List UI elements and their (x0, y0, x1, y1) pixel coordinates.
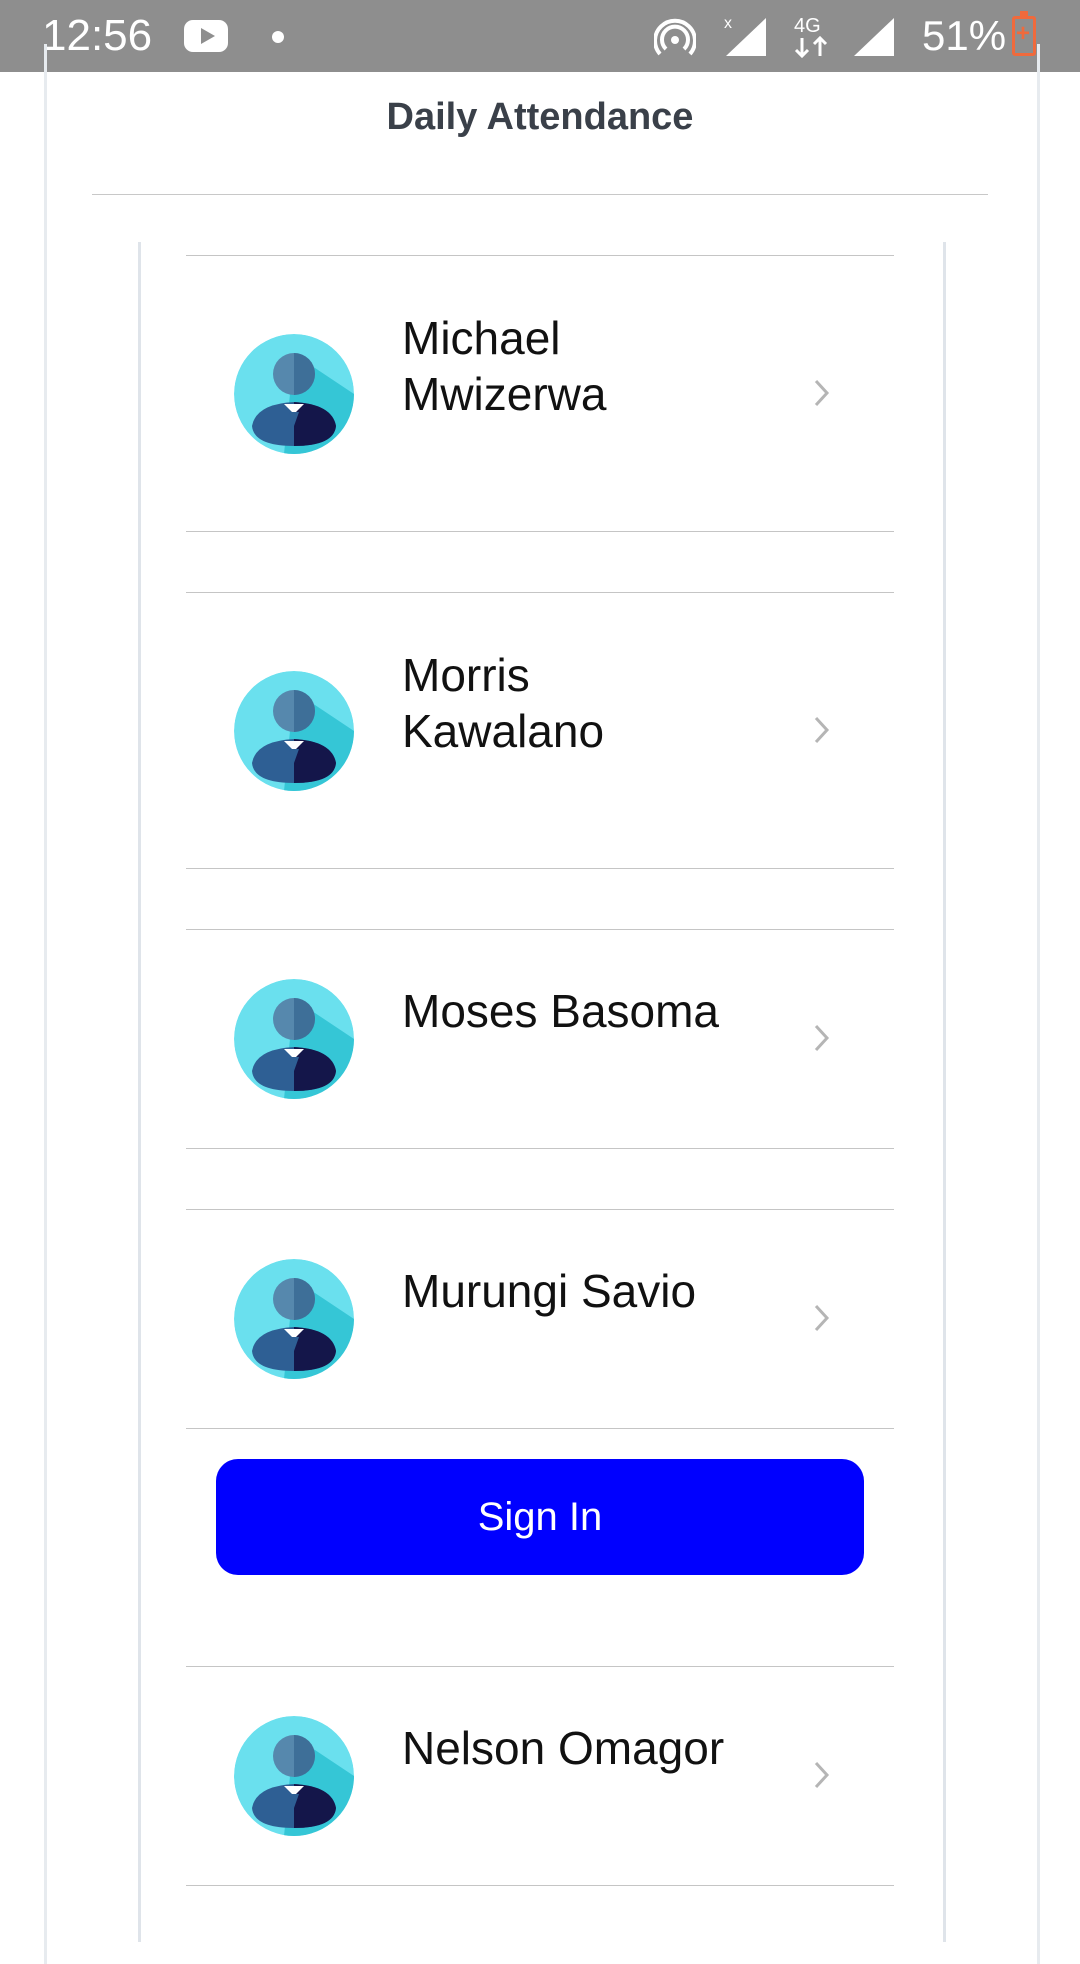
divider (186, 1666, 894, 1667)
chevron-right-icon (814, 716, 830, 744)
svg-text:x: x (724, 15, 732, 32)
person-name: Moses Basoma (402, 985, 720, 1037)
avatar (234, 979, 354, 1099)
divider (186, 1148, 894, 1149)
divider (186, 1209, 894, 1210)
header-divider (92, 194, 988, 195)
chevron-right-icon (814, 1761, 830, 1789)
divider (186, 1885, 894, 1886)
divider (186, 255, 894, 256)
person-name: Murungi Savio (402, 1265, 697, 1317)
divider (186, 1428, 894, 1429)
avatar (234, 334, 354, 454)
person-name: Nelson Omagor (402, 1722, 725, 1774)
divider (186, 929, 894, 930)
divider (186, 868, 894, 869)
divider (186, 592, 894, 593)
sign-in-button[interactable]: Sign In (216, 1459, 864, 1575)
chevron-right-icon (814, 379, 830, 407)
person-name: Michael Mwizerwa (402, 312, 607, 420)
avatar (234, 1716, 354, 1836)
page-title: Daily Attendance (386, 96, 694, 138)
divider (186, 531, 894, 532)
avatar (234, 1259, 354, 1379)
network-type: 4G (794, 15, 821, 37)
person-name: Morris Kawalano (402, 649, 605, 757)
chevron-right-icon (814, 1304, 830, 1332)
notification-dot-icon (272, 31, 284, 43)
chevron-right-icon (814, 1024, 830, 1052)
avatar (234, 671, 354, 791)
